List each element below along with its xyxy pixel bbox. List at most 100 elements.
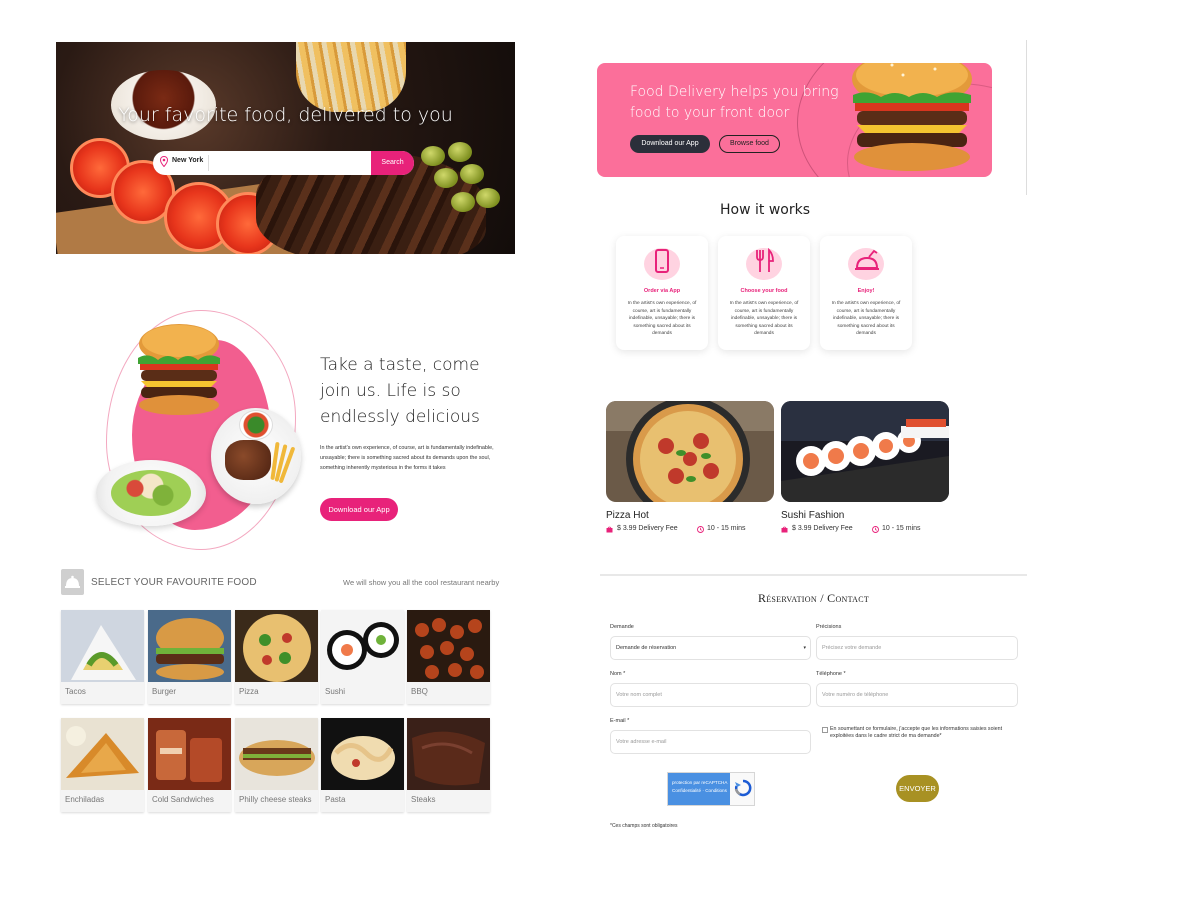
consent-text: En soumettant ce formulaire, j'accepte q…	[830, 726, 1003, 739]
pasta-image	[321, 718, 404, 790]
reservation-title: Réservation / Contact	[757, 591, 870, 605]
food-tile-steaks[interactable]: Steaks	[407, 718, 490, 812]
send-button[interactable]: ENVOYER	[896, 775, 939, 802]
select-food-subtitle: We will show you all the cool restaurant…	[343, 578, 500, 587]
delivery-bag-icon	[781, 526, 788, 533]
olive	[476, 188, 500, 208]
required-note: *Ces champs sont obligatoires	[610, 823, 678, 829]
cold-sandwich-image	[148, 718, 231, 790]
salad-plate-image	[96, 460, 206, 526]
precisions-placeholder: Précisez votre demande	[822, 645, 882, 651]
step-description: In the artist's own experience, of cours…	[627, 301, 697, 336]
browse-food-button[interactable]: Browse food	[719, 135, 780, 153]
hero-title: Your favorite food, delivered to you	[118, 104, 453, 126]
burger-image	[148, 610, 231, 682]
food-label: BBQ	[411, 687, 428, 696]
download-app-button[interactable]: Download our App	[630, 135, 710, 153]
restaurant-meta: $ 3.99 Delivery Fee 10 - 15 mins	[781, 525, 949, 535]
step-card-order: Order via App In the artist's own experi…	[616, 236, 708, 350]
restaurant-meta: $ 3.99 Delivery Fee 10 - 15 mins	[606, 525, 774, 535]
nom-input[interactable]: Votre nom complet	[610, 683, 811, 707]
hero-banner: Your favorite food, delivered to you New…	[56, 42, 515, 254]
divider	[1026, 40, 1027, 195]
pizza-image	[235, 610, 318, 682]
philly-steak-image	[235, 718, 318, 790]
food-label: Pasta	[325, 795, 346, 804]
food-tile-sushi[interactable]: Sushi	[321, 610, 404, 704]
burger-image	[138, 324, 220, 415]
location-pin-icon	[160, 156, 168, 167]
recaptcha-text: protection par reCAPTCHA	[672, 780, 728, 785]
step-card-choose: Choose your food In the artist's own exp…	[718, 236, 810, 350]
food-tile-pizza[interactable]: Pizza	[235, 610, 318, 704]
food-tile-cold-sandwiches[interactable]: Cold Sandwiches	[148, 718, 231, 812]
restaurant-card-pizza[interactable]: Pizza Hot $ 3.99 Delivery Fee 10 - 15 mi…	[606, 401, 774, 535]
food-label: Cold Sandwiches	[152, 795, 214, 804]
food-tile-philly-cheese-steaks[interactable]: Philly cheese steaks	[235, 718, 318, 812]
download-app-button[interactable]: Download our App	[320, 498, 398, 521]
email-placeholder: Votre adresse e-mail	[616, 739, 667, 745]
sushi-image	[781, 401, 949, 502]
precisions-textarea[interactable]: Précisez votre demande	[816, 636, 1018, 660]
delivery-time: 10 - 15 mins	[707, 525, 746, 532]
location-input[interactable]: New York	[172, 157, 203, 164]
food-label: Burger	[152, 687, 177, 696]
food-tile-burger[interactable]: Burger	[148, 610, 231, 704]
steak-plate-image	[211, 408, 301, 504]
nom-placeholder: Votre nom complet	[616, 692, 662, 698]
email-label: E-mail *	[610, 718, 630, 724]
demande-label: Demande	[610, 624, 634, 630]
recaptcha-widget[interactable]: protection par reCAPTCHA Confidentialité…	[667, 772, 755, 806]
consent-checkbox[interactable]	[822, 727, 828, 733]
restaurant-card-sushi[interactable]: Sushi Fashion $ 3.99 Delivery Fee 10 - 1…	[781, 401, 949, 535]
olive	[434, 168, 458, 188]
food-label: Philly cheese steaks	[239, 795, 312, 804]
phone-icon	[655, 249, 669, 273]
delivery-fee: $ 3.99 Delivery Fee	[792, 525, 853, 532]
delivery-time: 10 - 15 mins	[882, 525, 921, 532]
demande-select[interactable]: Demande de réservation ▾	[610, 636, 811, 660]
tacos-image	[61, 610, 144, 682]
food-tile-pasta[interactable]: Pasta	[321, 718, 404, 812]
telephone-label: Téléphone *	[816, 671, 846, 677]
clock-icon	[697, 526, 704, 533]
taste-heading: Take a taste, come join us. Life is so e…	[320, 355, 480, 427]
food-tile-bbq[interactable]: BBQ	[407, 610, 490, 704]
food-label: Enchiladas	[65, 795, 105, 804]
precisions-label: Précisions	[816, 624, 842, 630]
olive	[460, 164, 484, 184]
step-card-enjoy: Enjoy! In the artist's own experience, o…	[820, 236, 912, 350]
food-label: Steaks	[411, 795, 436, 804]
food-cover-icon	[855, 249, 879, 270]
recaptcha-links: Confidentialité · Conditions	[672, 788, 727, 793]
banner-headline: Food Delivery helps you bring food to yo…	[630, 84, 839, 121]
chevron-down-icon: ▾	[803, 645, 806, 651]
clock-icon	[872, 526, 879, 533]
food-tile-tacos[interactable]: Tacos	[61, 610, 144, 704]
how-it-works-title: How it works	[720, 202, 810, 218]
food-label: Sushi	[325, 687, 346, 696]
divider	[600, 574, 1027, 576]
email-input[interactable]: Votre adresse e-mail	[610, 730, 811, 754]
steak-image	[407, 718, 490, 790]
nom-label: Nom *	[610, 671, 626, 677]
delivery-fee: $ 3.99 Delivery Fee	[617, 525, 678, 532]
recaptcha-icon	[734, 779, 752, 797]
delivery-bag-icon	[606, 526, 613, 533]
demande-value: Demande de réservation	[616, 645, 677, 651]
fork-knife-icon	[756, 248, 774, 272]
food-label: Pizza	[239, 687, 259, 696]
telephone-placeholder: Votre numéro de téléphone	[822, 692, 889, 698]
enchiladas-image	[61, 718, 144, 790]
step-description: In the artist's own experience, of cours…	[831, 301, 901, 336]
location-search-bar: New York Search	[153, 151, 414, 175]
take-a-taste-section: Take a taste, come join us. Life is so e…	[84, 300, 504, 550]
search-button[interactable]: Search	[371, 151, 414, 175]
food-tile-enchiladas[interactable]: Enchiladas	[61, 718, 144, 812]
pizza-image	[606, 401, 774, 502]
telephone-input[interactable]: Votre numéro de téléphone	[816, 683, 1018, 707]
app-promo-banner: Food Delivery helps you bring food to yo…	[597, 63, 992, 177]
fries-image	[296, 42, 406, 112]
bbq-image	[407, 610, 490, 682]
olive	[451, 192, 475, 212]
